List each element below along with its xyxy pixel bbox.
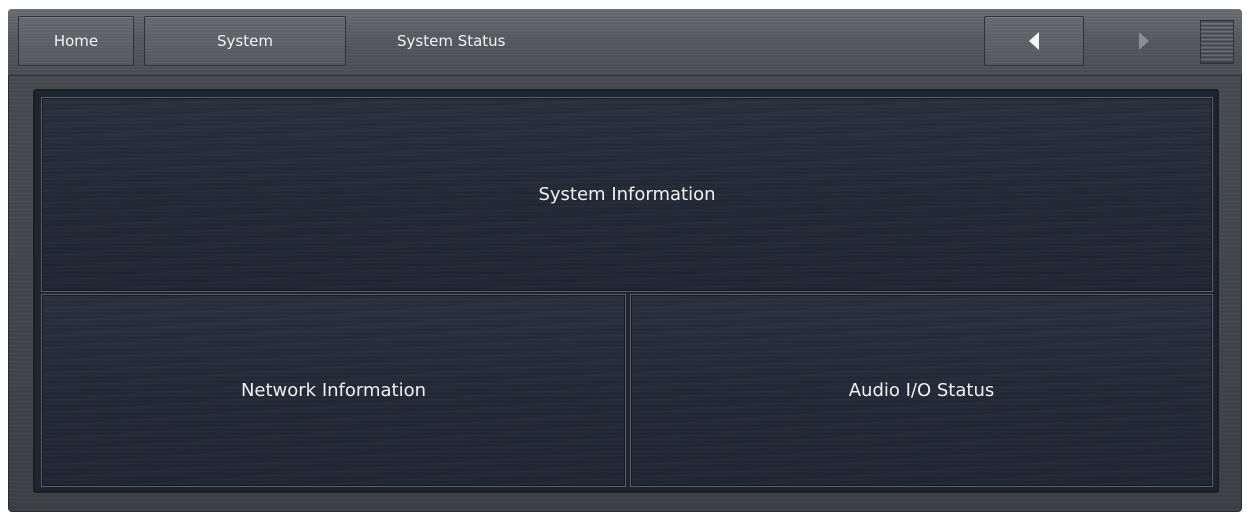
- tab-system[interactable]: System: [144, 16, 346, 66]
- system-information-label: System Information: [538, 184, 716, 205]
- top-navigation-bar: Home System System Status: [8, 9, 1242, 76]
- hamburger-lines-icon[interactable]: [1200, 20, 1234, 64]
- status-menu-panel: System Information Network Information A…: [33, 89, 1219, 493]
- app-window: Home System System Status System Informa…: [8, 9, 1242, 512]
- page-title: System Status: [397, 32, 506, 50]
- tab-home[interactable]: Home: [18, 16, 134, 66]
- network-information-button[interactable]: Network Information: [41, 294, 626, 487]
- forward-button[interactable]: [1094, 16, 1194, 66]
- triangle-right-icon: [1139, 32, 1149, 50]
- triangle-left-icon: [1029, 32, 1039, 50]
- audio-io-status-button[interactable]: Audio I/O Status: [630, 294, 1213, 487]
- system-information-button[interactable]: System Information: [41, 97, 1213, 292]
- network-information-label: Network Information: [240, 380, 427, 401]
- audio-io-status-label: Audio I/O Status: [848, 380, 995, 401]
- back-button[interactable]: [984, 16, 1084, 66]
